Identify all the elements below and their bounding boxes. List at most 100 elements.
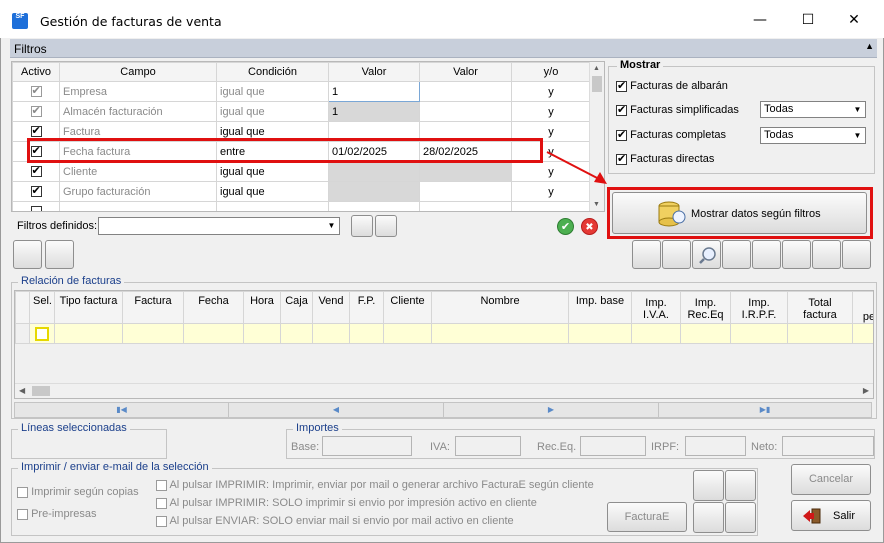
preimpresas-option[interactable]: Pre-impresas bbox=[17, 508, 96, 520]
save-filter-button[interactable] bbox=[351, 215, 373, 237]
filter-value-1[interactable]: 1 bbox=[328, 81, 420, 102]
action-button[interactable] bbox=[725, 470, 756, 501]
column-header: Valor bbox=[419, 62, 512, 82]
mostrar-group: Mostrar Facturas de albarán Facturas sim… bbox=[608, 59, 875, 174]
filter-value-1[interactable] bbox=[328, 181, 420, 202]
action-button[interactable] bbox=[812, 240, 841, 269]
scroll-thumb[interactable] bbox=[592, 76, 602, 92]
filter-active-checkbox[interactable] bbox=[30, 104, 42, 118]
column-header: Imp. I.R.P.F. bbox=[730, 291, 788, 324]
filter-condition[interactable]: igual que bbox=[216, 81, 329, 102]
neto-label: Neto: bbox=[751, 441, 778, 453]
copias-option[interactable]: Imprimir según copias bbox=[17, 486, 139, 498]
column-header: Cliente bbox=[383, 291, 432, 324]
filter-row[interactable]: Almacén facturación igual que 1 y bbox=[12, 101, 591, 122]
scroll-left-icon[interactable]: ◀ bbox=[19, 386, 25, 395]
invoices-grid-header: Sel. Tipo factura Factura Fecha Hora Caj… bbox=[15, 291, 873, 324]
action-button[interactable] bbox=[693, 502, 724, 533]
filters-grid-header: Activo Campo Condición Valor Valor y/o bbox=[12, 62, 591, 82]
filter-row[interactable]: Empresa igual que 1 y bbox=[12, 81, 591, 102]
column-header: Tipo factura bbox=[54, 291, 123, 324]
defined-filters-label: Filtros definidos: bbox=[17, 220, 98, 232]
window-title: Gestión de facturas de venta bbox=[40, 14, 222, 29]
filter-yo[interactable]: y bbox=[511, 101, 591, 122]
delete-filter-button[interactable] bbox=[375, 215, 397, 237]
filter-condition[interactable]: igual que bbox=[216, 161, 329, 182]
simplificadas-select[interactable]: Todas ▼ bbox=[760, 101, 866, 118]
column-header: Campo bbox=[59, 62, 217, 82]
select-row-checkbox[interactable] bbox=[35, 326, 49, 341]
filter-active-checkbox[interactable] bbox=[30, 164, 42, 178]
facturae-button[interactable]: FacturaE bbox=[607, 502, 687, 532]
filter-value-1[interactable] bbox=[328, 161, 420, 182]
action-button[interactable] bbox=[45, 240, 74, 269]
horizontal-scrollbar[interactable]: ◀ ▶ bbox=[15, 383, 873, 398]
directas-option[interactable]: Facturas directas bbox=[616, 152, 714, 166]
filter-row[interactable]: Grupo facturación igual que y bbox=[12, 181, 591, 202]
apply-icon[interactable]: ✔ bbox=[557, 218, 574, 235]
scroll-up-icon[interactable]: ▲ bbox=[593, 65, 600, 72]
simplificadas-option[interactable]: Facturas simplificadas bbox=[616, 103, 739, 117]
completas-option[interactable]: Facturas completas bbox=[616, 128, 726, 142]
scroll-down-icon[interactable]: ▼ bbox=[593, 201, 600, 208]
filter-condition[interactable]: igual que bbox=[216, 181, 329, 202]
scroll-right-icon[interactable]: ▶ bbox=[863, 386, 869, 395]
action-button[interactable] bbox=[842, 240, 871, 269]
irpf-field bbox=[685, 436, 746, 456]
selected-lines-group: Líneas seleccionadas bbox=[11, 422, 167, 459]
filter-condition[interactable]: igual que bbox=[216, 101, 329, 122]
action-button[interactable] bbox=[13, 240, 42, 269]
filter-yo[interactable]: y bbox=[511, 81, 591, 102]
filter-row[interactable]: Cliente igual que y bbox=[12, 161, 591, 182]
chevron-down-icon: ▼ bbox=[853, 131, 862, 140]
mostrar-title: Mostrar bbox=[617, 59, 664, 71]
action-button[interactable] bbox=[752, 240, 781, 269]
filter-value-2[interactable] bbox=[419, 181, 512, 202]
print-option-1[interactable]: Al pulsar IMPRIMIR: Imprimir, enviar por… bbox=[156, 479, 594, 491]
filter-active-checkbox[interactable] bbox=[30, 84, 42, 98]
action-button[interactable] bbox=[722, 240, 751, 269]
clear-icon[interactable]: ✖ bbox=[581, 218, 598, 235]
first-record-button[interactable]: ▮◀ bbox=[15, 403, 229, 417]
filters-header[interactable]: Filtros ▲ bbox=[10, 39, 877, 58]
defined-filters-select[interactable]: ▼ bbox=[98, 217, 340, 235]
filter-row[interactable] bbox=[12, 201, 591, 211]
action-button[interactable] bbox=[725, 502, 756, 533]
action-button[interactable] bbox=[782, 240, 811, 269]
show-data-button[interactable]: Mostrar datos según filtros bbox=[612, 192, 867, 234]
print-option-2[interactable]: Al pulsar IMPRIMIR: SOLO imprimir si env… bbox=[156, 497, 537, 509]
filter-value-2[interactable] bbox=[419, 81, 512, 102]
close-button[interactable]: ✕ bbox=[834, 8, 874, 32]
last-record-button[interactable]: ▶▮ bbox=[659, 403, 871, 417]
filter-active-checkbox[interactable] bbox=[30, 206, 42, 211]
exit-button[interactable]: Salir bbox=[791, 500, 871, 531]
exit-icon bbox=[803, 508, 821, 524]
filter-value-1[interactable]: 1 bbox=[328, 101, 420, 122]
prev-record-button[interactable]: ◀ bbox=[229, 403, 444, 417]
filters-scrollbar[interactable]: ▲ ▼ bbox=[589, 62, 604, 211]
minimize-button[interactable]: — bbox=[740, 8, 780, 32]
albaran-option[interactable]: Facturas de albarán bbox=[616, 79, 728, 93]
selected-lines-title: Líneas seleccionadas bbox=[18, 422, 130, 434]
irpf-label: IRPF: bbox=[651, 441, 680, 453]
filter-active-checkbox[interactable] bbox=[30, 184, 42, 198]
filter-value-2[interactable] bbox=[419, 161, 512, 182]
table-row[interactable] bbox=[15, 323, 873, 344]
cancel-button[interactable]: Cancelar bbox=[791, 464, 871, 495]
action-button[interactable] bbox=[662, 240, 691, 269]
database-icon bbox=[658, 201, 686, 227]
scroll-thumb[interactable] bbox=[32, 386, 50, 396]
next-record-button[interactable]: ▶ bbox=[444, 403, 659, 417]
print-option-3[interactable]: Al pulsar ENVIAR: SOLO enviar mail si en… bbox=[156, 515, 514, 527]
filter-value-2[interactable] bbox=[419, 101, 512, 122]
column-header: Vend bbox=[312, 291, 350, 324]
action-button[interactable] bbox=[632, 240, 661, 269]
action-button[interactable] bbox=[693, 470, 724, 501]
filter-active-checkbox[interactable] bbox=[30, 124, 42, 138]
search-button[interactable] bbox=[692, 240, 721, 269]
maximize-button[interactable]: ☐ bbox=[788, 8, 828, 32]
column-header: Imp. Rec.Eq bbox=[680, 291, 731, 324]
completas-select[interactable]: Todas ▼ bbox=[760, 127, 866, 144]
filters-grid: Activo Campo Condición Valor Valor y/o E… bbox=[11, 61, 605, 212]
collapse-icon[interactable]: ▲ bbox=[865, 41, 874, 51]
